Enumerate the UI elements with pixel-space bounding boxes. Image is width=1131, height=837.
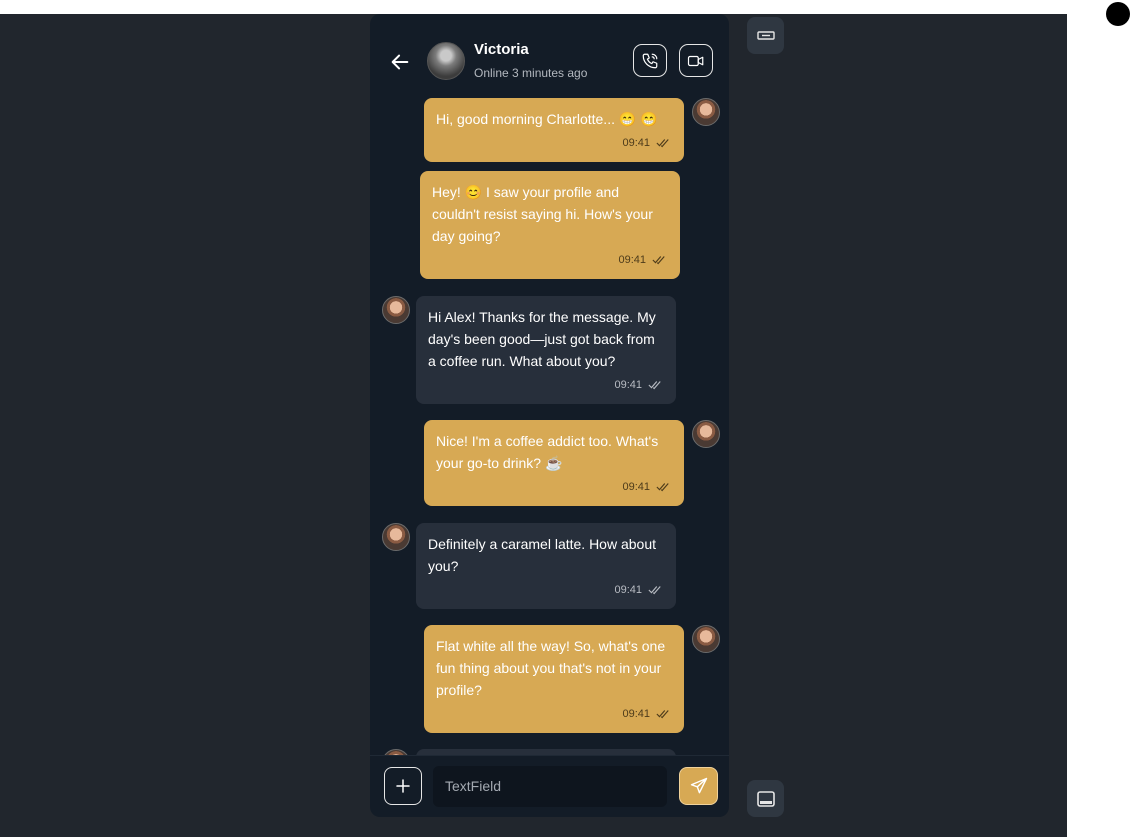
message-text: Hi, good morning Charlotte... 😁 😁 — [436, 111, 658, 127]
add-attachment-button[interactable] — [384, 767, 422, 805]
voice-call-button[interactable] — [633, 44, 667, 77]
message-meta: 09:41 — [618, 249, 666, 271]
double-check-icon — [656, 483, 669, 492]
avatar[interactable] — [382, 296, 410, 324]
message-time: 09:41 — [622, 137, 650, 149]
contact-status: Online 3 minutes ago — [474, 66, 588, 80]
message-text: Hi Alex! Thanks for the message. My day'… — [428, 309, 656, 369]
message-bubble-outgoing[interactable]: Hey! 😊 I saw your profile and couldn't r… — [420, 171, 680, 279]
avatar[interactable] — [382, 523, 410, 551]
message-meta: 09:41 — [622, 132, 670, 154]
back-button[interactable] — [388, 50, 412, 74]
send-button[interactable] — [679, 767, 718, 805]
message-text: Nice! I'm a coffee addict too. What's yo… — [436, 433, 659, 471]
composer-bar: TextField — [370, 755, 729, 817]
message-meta: 09:41 — [614, 374, 662, 396]
message-time: 09:41 — [618, 254, 646, 266]
message-list[interactable]: Hi, good morning Charlotte... 😁 😁 09:41 … — [370, 98, 729, 755]
double-check-icon — [648, 381, 661, 390]
keyboard-icon — [756, 30, 775, 40]
chat-header: Victoria Online 3 minutes ago — [370, 14, 729, 98]
keyboard-toggle-button[interactable] — [747, 17, 784, 54]
status-dot — [1106, 2, 1130, 26]
window-icon — [756, 790, 775, 807]
window-toggle-button[interactable] — [747, 780, 784, 817]
double-check-icon — [656, 139, 669, 148]
double-check-icon — [656, 710, 669, 719]
plus-icon — [396, 779, 410, 793]
video-icon — [687, 55, 704, 66]
contact-name: Victoria — [474, 41, 529, 58]
double-check-icon — [652, 256, 665, 265]
message-bubble-outgoing[interactable]: Nice! I'm a coffee addict too. What's yo… — [424, 420, 684, 506]
message-meta: 09:41 — [614, 579, 662, 601]
message-meta: 09:41 — [622, 476, 670, 498]
avatar[interactable] — [692, 98, 720, 126]
message-time: 09:41 — [614, 379, 642, 391]
message-text: Hey! 😊 I saw your profile and couldn't r… — [432, 184, 653, 244]
message-text: Definitely a caramel latte. How about yo… — [428, 536, 656, 574]
message-meta: 09:41 — [622, 703, 670, 725]
avatar[interactable] — [692, 625, 720, 653]
phone-icon — [642, 53, 658, 68]
video-call-button[interactable] — [679, 44, 713, 77]
message-bubble-incoming[interactable]: Hi Alex! Thanks for the message. My day'… — [416, 296, 676, 404]
avatar[interactable] — [427, 42, 465, 80]
chat-screen: Victoria Online 3 minutes ago Hi, good m… — [370, 14, 729, 817]
avatar[interactable] — [692, 420, 720, 448]
message-text: Flat white all the way! So, what's one f… — [436, 638, 666, 698]
message-bubble-incoming[interactable]: Definitely a caramel latte. How about yo… — [416, 523, 676, 609]
message-bubble-outgoing[interactable]: Hi, good morning Charlotte... 😁 😁 09:41 — [424, 98, 684, 162]
double-check-icon — [648, 586, 661, 595]
message-time: 09:41 — [622, 481, 650, 493]
message-input[interactable]: TextField — [433, 766, 667, 807]
arrow-left-icon — [391, 54, 409, 70]
message-time: 09:41 — [622, 708, 650, 720]
message-bubble-outgoing[interactable]: Flat white all the way! So, what's one f… — [424, 625, 684, 733]
message-time: 09:41 — [614, 584, 642, 596]
send-icon — [690, 777, 707, 794]
